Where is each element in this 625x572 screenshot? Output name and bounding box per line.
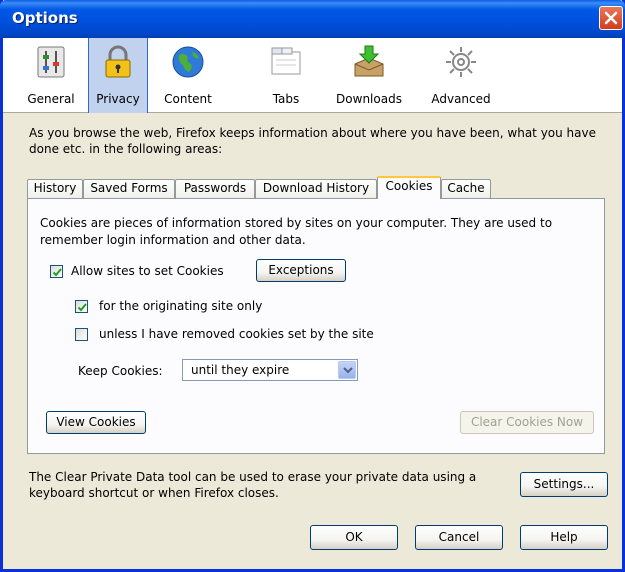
privacy-intro: As you browse the web, Firefox keeps inf… [29, 126, 596, 156]
tab-cookies[interactable]: Cookies [377, 176, 441, 199]
unless-removed-label[interactable]: unless I have removed cookies set by the… [99, 327, 374, 341]
checkmark-icon [52, 268, 62, 277]
toolbar-general[interactable]: General [21, 38, 81, 113]
tab-saved-forms[interactable]: Saved Forms [83, 179, 175, 198]
toolbar-advanced[interactable]: Advanced [421, 38, 501, 113]
ok-button[interactable]: OK [310, 525, 398, 550]
originating-site-checkbox[interactable] [75, 300, 88, 313]
gear-icon [446, 47, 476, 77]
toolbar-label: Advanced [431, 92, 491, 106]
toolbar-downloads[interactable]: Downloads [329, 38, 409, 113]
options-window: Options General Privacy Content Tabs Dow… [0, 0, 625, 572]
toolbar-label: General [27, 92, 75, 106]
allow-cookies-checkbox[interactable] [50, 265, 63, 278]
cookies-description: Cookies are pieces of information stored… [40, 216, 553, 247]
lock-icon [105, 45, 131, 78]
originating-site-label[interactable]: for the originating site only [99, 299, 262, 313]
globe-icon [172, 46, 204, 78]
toolbar-privacy[interactable]: Privacy [88, 38, 148, 113]
close-button[interactable] [599, 6, 623, 30]
unless-removed-checkbox[interactable] [75, 328, 88, 341]
chevron-down-icon [343, 367, 353, 374]
tab-history[interactable]: History [27, 179, 83, 198]
cookies-panel: Cookies are pieces of information stored… [27, 198, 605, 454]
clear-cookies-button[interactable]: Clear Cookies Now [460, 411, 594, 434]
tab-passwords[interactable]: Passwords [175, 179, 255, 198]
clear-private-data-text: The Clear Private Data tool can be used … [29, 470, 477, 500]
title-bar[interactable]: Options [0, 0, 625, 38]
cancel-button[interactable]: Cancel [415, 525, 503, 550]
toolbar-label: Tabs [272, 92, 300, 106]
options-toolbar: General Privacy Content Tabs Downloads A… [3, 38, 622, 113]
close-icon [604, 11, 618, 25]
general-icon [37, 46, 65, 78]
keep-cookies-value: until they expire [191, 363, 290, 377]
tabs-icon [271, 47, 301, 75]
settings-button[interactable]: Settings... [520, 472, 608, 497]
keep-cookies-select[interactable]: until they expire [182, 359, 358, 381]
toolbar-label: Privacy [96, 92, 140, 106]
privacy-tabs: History Saved Forms Passwords Download H… [27, 176, 607, 199]
toolbar-content[interactable]: Content [153, 38, 223, 113]
toolbar-label: Downloads [336, 92, 402, 106]
dropdown-arrow[interactable] [338, 361, 356, 379]
window-title: Options [12, 9, 78, 27]
download-icon [354, 45, 384, 77]
help-button[interactable]: Help [520, 525, 608, 550]
toolbar-tabs[interactable]: Tabs [261, 38, 311, 113]
exceptions-button[interactable]: Exceptions [256, 259, 346, 282]
keep-cookies-label: Keep Cookies: [78, 364, 163, 378]
checkmark-icon [77, 303, 87, 312]
allow-cookies-label[interactable]: Allow sites to set Cookies [71, 264, 224, 278]
tab-cache[interactable]: Cache [441, 179, 491, 198]
view-cookies-button[interactable]: View Cookies [46, 411, 146, 434]
tab-download-history[interactable]: Download History [255, 179, 377, 198]
toolbar-label: Content [164, 92, 212, 106]
